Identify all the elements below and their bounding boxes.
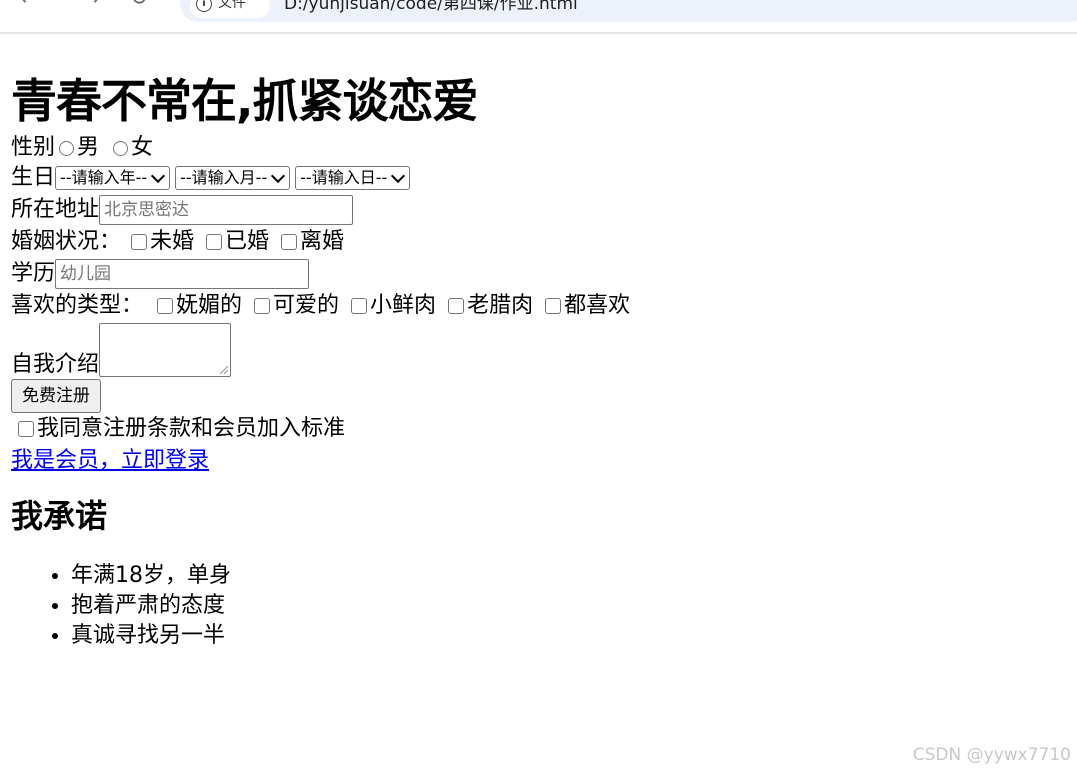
- gender-option-female: 女: [131, 135, 154, 160]
- agree-row: 我同意注册条款和会员加入标准: [11, 415, 1061, 443]
- education-input[interactable]: 幼儿园: [55, 259, 310, 289]
- address-input[interactable]: 北京思密达: [99, 195, 354, 225]
- type-option-mature: 老腊肉: [467, 293, 534, 318]
- gender-radio-female[interactable]: [113, 140, 129, 156]
- site-chip-label: 文件: [218, 0, 246, 11]
- login-row: 我是会员，立即登录: [11, 447, 1061, 475]
- page-title: 青春不常在,抓紧谈恋爱: [11, 74, 478, 128]
- promise-heading: 我承诺: [11, 497, 108, 535]
- day-select-value: --请输入日--: [300, 168, 388, 187]
- type-checkbox-all[interactable]: [545, 298, 562, 314]
- url-text[interactable]: D:/yunjisuan/code/第四课/作业.html: [284, 0, 578, 13]
- chevron-down-icon: [391, 168, 406, 184]
- list-item: 年满18岁，单身: [71, 561, 1061, 591]
- intro-label: 自我介绍: [11, 352, 100, 377]
- address-label: 所在地址: [11, 197, 100, 222]
- chevron-down-icon: [151, 168, 166, 184]
- register-row: 免费注册: [11, 379, 1061, 413]
- type-checkbox-young[interactable]: [351, 298, 368, 314]
- promise-list: 年满18岁，单身 抱着严肃的态度 真诚寻找另一半: [11, 561, 1061, 651]
- forward-arrow-icon[interactable]: →: [76, 0, 106, 18]
- type-checkbox-cute[interactable]: [254, 298, 271, 314]
- type-checkbox-mature[interactable]: [448, 298, 465, 314]
- page-content: 青春不常在,抓紧谈恋爱 性别 男 女 生日 --请输入年-- --请输入月-- …: [11, 70, 1061, 651]
- year-select-value: --请输入年--: [60, 168, 148, 187]
- address-bar[interactable]: i 文件 D:/yunjisuan/code/第四课/作业.html: [180, 0, 1077, 22]
- login-link[interactable]: 我是会员，立即登录: [11, 447, 209, 475]
- type-option-all: 都喜欢: [564, 293, 631, 318]
- list-item: 真诚寻找另一半: [71, 621, 1061, 651]
- month-select[interactable]: --请输入月--: [175, 166, 291, 190]
- list-item: 抱着严肃的态度: [71, 591, 1061, 621]
- agree-checkbox[interactable]: [18, 421, 34, 437]
- gender-radio-male[interactable]: [59, 140, 75, 156]
- year-select[interactable]: --请输入年--: [55, 166, 171, 190]
- site-info-chip[interactable]: i 文件: [190, 0, 270, 18]
- chevron-down-icon: [271, 168, 286, 184]
- marital-option-single: 未婚: [150, 229, 195, 254]
- gender-option-male: 男: [77, 135, 100, 160]
- intro-row: 自我介绍: [11, 323, 1061, 377]
- marital-option-divorced: 离婚: [300, 229, 345, 254]
- birthday-label: 生日: [11, 165, 56, 190]
- info-icon: i: [196, 0, 212, 12]
- type-label: 喜欢的类型：: [11, 293, 144, 318]
- agree-label: 我同意注册条款和会员加入标准: [37, 416, 346, 441]
- type-option-cute: 可爱的: [273, 293, 340, 318]
- education-label: 学历: [11, 261, 56, 286]
- browser-toolbar: ← → ↻ i 文件 D:/yunjisuan/code/第四课/作业.html: [0, 0, 1077, 34]
- gender-row: 性别 男 女: [11, 134, 1061, 162]
- back-arrow-icon[interactable]: ←: [14, 0, 44, 18]
- type-row: 喜欢的类型： 妩媚的 可爱的 小鲜肉 老腊肉 都喜欢: [11, 292, 1061, 320]
- register-button[interactable]: 免费注册: [11, 379, 101, 413]
- marital-option-married: 已婚: [225, 229, 270, 254]
- marital-checkbox-married[interactable]: [206, 234, 223, 250]
- marital-checkbox-single[interactable]: [131, 234, 148, 250]
- marital-checkbox-divorced[interactable]: [281, 234, 298, 250]
- birthday-row: 生日 --请输入年-- --请输入月-- --请输入日--: [11, 164, 1061, 192]
- type-option-charming: 妩媚的: [176, 293, 243, 318]
- type-option-young: 小鲜肉: [370, 293, 437, 318]
- address-row: 所在地址 北京思密达: [11, 195, 1061, 225]
- gender-label: 性别: [11, 135, 56, 160]
- resize-grip-icon[interactable]: [220, 366, 229, 374]
- education-row: 学历 幼儿园: [11, 259, 1061, 289]
- intro-textarea[interactable]: [99, 323, 232, 377]
- day-select[interactable]: --请输入日--: [295, 166, 411, 190]
- type-checkbox-charming[interactable]: [157, 298, 174, 314]
- reload-icon[interactable]: ↻: [124, 0, 154, 18]
- watermark: CSDN @yywx7710: [912, 745, 1071, 765]
- marital-row: 婚姻状况： 未婚 已婚 离婚: [11, 228, 1061, 256]
- month-select-value: --请输入月--: [180, 168, 268, 187]
- marital-label: 婚姻状况：: [11, 229, 122, 254]
